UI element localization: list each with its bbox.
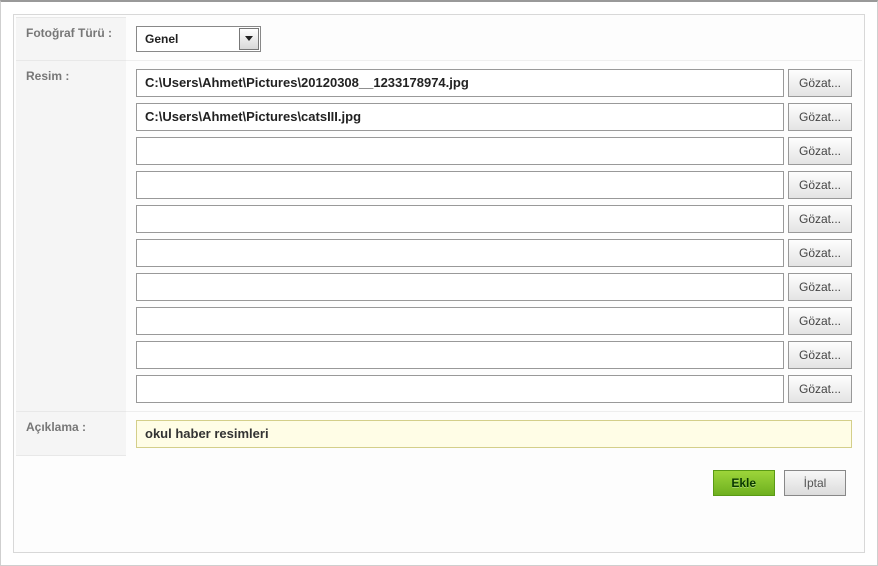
file-row: Gözat...: [136, 341, 852, 369]
browse-button[interactable]: Gözat...: [788, 103, 852, 131]
browse-button[interactable]: Gözat...: [788, 307, 852, 335]
file-row: Gözat...: [136, 273, 852, 301]
file-path-input[interactable]: [136, 341, 784, 369]
browse-button[interactable]: Gözat...: [788, 137, 852, 165]
image-label: Resim :: [16, 60, 126, 411]
photo-type-selected: Genel: [137, 32, 238, 46]
file-row: Gözat...: [136, 307, 852, 335]
file-path-input[interactable]: [136, 205, 784, 233]
photo-type-label: Fotoğraf Türü :: [16, 18, 126, 61]
file-row: Gözat...: [136, 205, 852, 233]
chevron-down-icon: [245, 36, 253, 41]
add-button[interactable]: Ekle: [713, 470, 775, 496]
file-row: Gözat...: [136, 239, 852, 267]
photo-type-select[interactable]: Genel: [136, 26, 261, 52]
browse-button[interactable]: Gözat...: [788, 341, 852, 369]
cancel-button[interactable]: İptal: [784, 470, 846, 496]
file-path-input[interactable]: [136, 137, 784, 165]
file-path-input[interactable]: [136, 307, 784, 335]
dialog-frame: Fotoğraf Türü : Genel Resim : Gözat... Gö…: [0, 0, 878, 566]
form-panel: Fotoğraf Türü : Genel Resim : Gözat... Gö…: [13, 14, 865, 553]
browse-button[interactable]: Gözat...: [788, 239, 852, 267]
file-row: Gözat...: [136, 69, 852, 97]
description-input[interactable]: [136, 420, 852, 448]
dropdown-button[interactable]: [239, 28, 259, 50]
file-row: Gözat...: [136, 103, 852, 131]
browse-button[interactable]: Gözat...: [788, 205, 852, 233]
file-path-input[interactable]: [136, 69, 784, 97]
browse-button[interactable]: Gözat...: [788, 69, 852, 97]
footer-actions: Ekle İptal: [16, 456, 862, 510]
browse-button[interactable]: Gözat...: [788, 375, 852, 403]
file-path-input[interactable]: [136, 171, 784, 199]
file-row: Gözat...: [136, 375, 852, 403]
form-table: Fotoğraf Türü : Genel Resim : Gözat... Gö…: [16, 17, 862, 456]
description-label: Açıklama :: [16, 411, 126, 456]
browse-button[interactable]: Gözat...: [788, 171, 852, 199]
file-path-input[interactable]: [136, 103, 784, 131]
browse-button[interactable]: Gözat...: [788, 273, 852, 301]
file-path-input[interactable]: [136, 273, 784, 301]
file-path-input[interactable]: [136, 239, 784, 267]
file-row: Gözat...: [136, 137, 852, 165]
file-path-input[interactable]: [136, 375, 784, 403]
file-row: Gözat...: [136, 171, 852, 199]
